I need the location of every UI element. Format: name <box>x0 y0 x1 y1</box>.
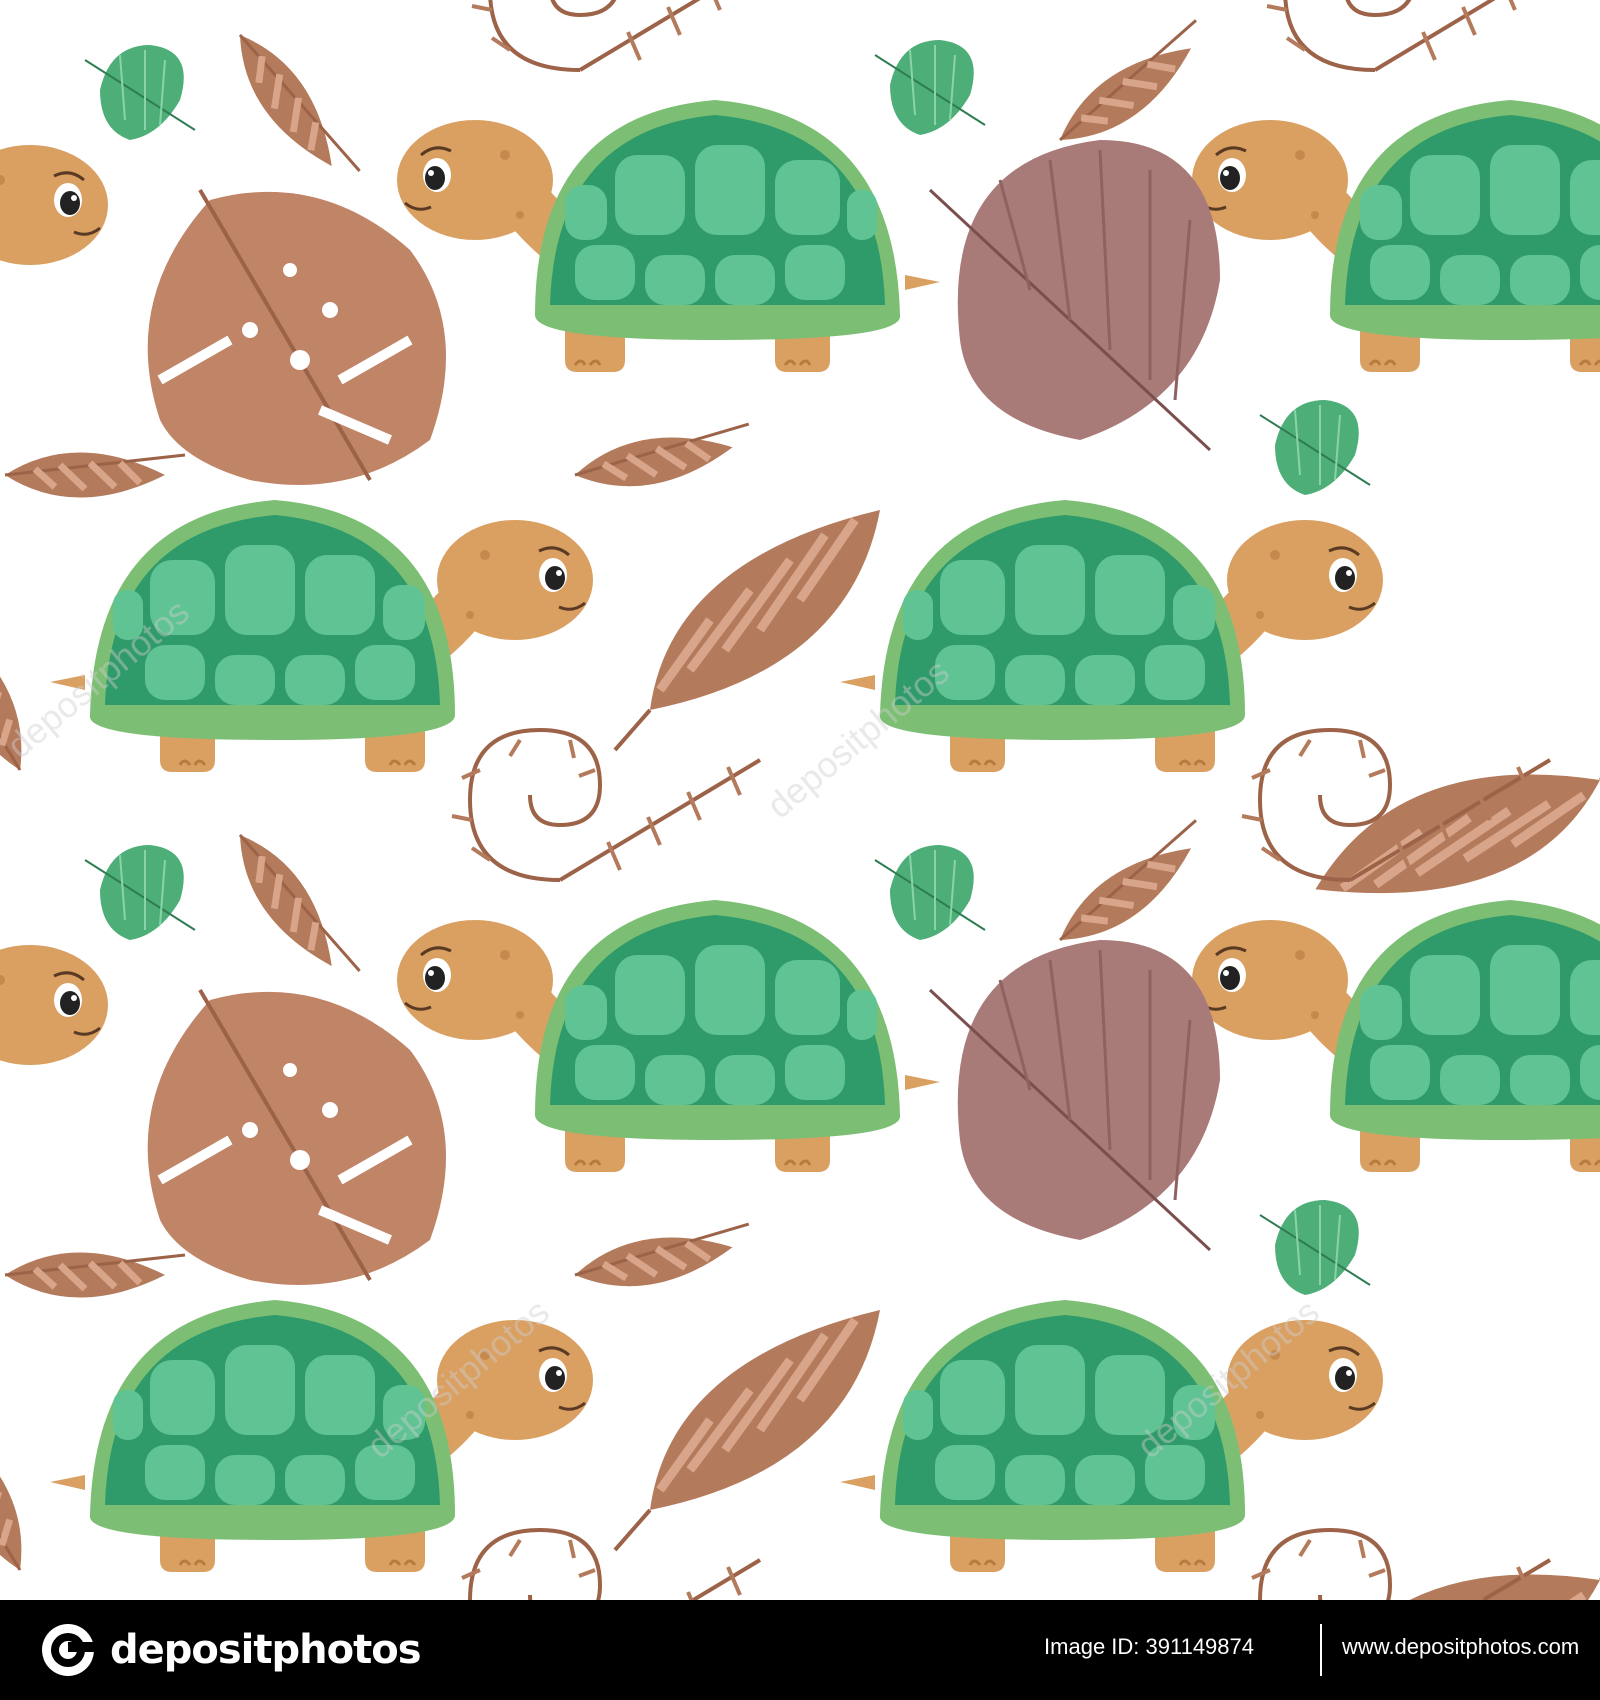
brown-leaf-icon <box>5 1253 185 1298</box>
brown-leaf-icon <box>615 510 880 750</box>
brown-leaf-icon <box>1047 18 1220 158</box>
brown-leaf-icon <box>1047 818 1220 958</box>
green-leaf-icon <box>874 39 986 136</box>
green-leaf-icon <box>1259 1199 1371 1296</box>
fern-icon <box>450 728 762 882</box>
fern-icon <box>1240 1528 1552 1600</box>
brown-leaf-icon <box>0 1397 40 1579</box>
heart-leaf-icon <box>928 938 1222 1252</box>
stock-footer-bar: depositphotos Image ID: 391149874 www.de… <box>0 1600 1600 1700</box>
site-url-link[interactable]: www.depositphotos.com <box>1342 1634 1579 1660</box>
brown-leaf-icon <box>222 22 362 195</box>
fern-icon <box>1265 0 1577 72</box>
green-leaf-icon <box>874 844 986 941</box>
green-leaf-icon <box>84 44 196 141</box>
depositphotos-logo-icon <box>42 1624 94 1676</box>
turtle-icon <box>840 500 1383 772</box>
fern-icon <box>470 0 782 72</box>
turtle-icon <box>395 898 942 1174</box>
brand-logo[interactable]: depositphotos <box>40 1622 422 1678</box>
turtle-pattern-artwork: depositphotos depositphotos depositphoto… <box>0 0 1600 1600</box>
brown-leaf-icon <box>222 822 362 995</box>
brown-leaf-icon <box>1315 1464 1600 1600</box>
turtle-icon <box>0 125 108 397</box>
fern-icon <box>450 1528 762 1600</box>
footer-divider <box>1320 1624 1322 1676</box>
image-id-label: Image ID: 391149874 <box>1044 1634 1254 1659</box>
brown-leaf-icon <box>571 422 756 498</box>
monstera-leaf-icon <box>148 190 446 485</box>
brown-leaf-icon <box>615 1310 880 1550</box>
watermark-text: depositphotos <box>759 651 957 827</box>
brown-leaf-icon <box>571 1222 756 1298</box>
brown-leaf-icon <box>5 453 185 498</box>
green-leaf-icon <box>1259 399 1371 496</box>
brand-logo-text: depositphotos <box>110 1627 422 1673</box>
monstera-leaf-icon <box>148 990 446 1285</box>
turtle-icon <box>1190 898 1600 1174</box>
turtle-icon <box>1190 98 1600 374</box>
turtle-icon <box>0 925 108 1197</box>
heart-leaf-icon <box>928 138 1222 452</box>
green-leaf-icon <box>84 844 196 941</box>
turtle-icon <box>395 98 942 374</box>
